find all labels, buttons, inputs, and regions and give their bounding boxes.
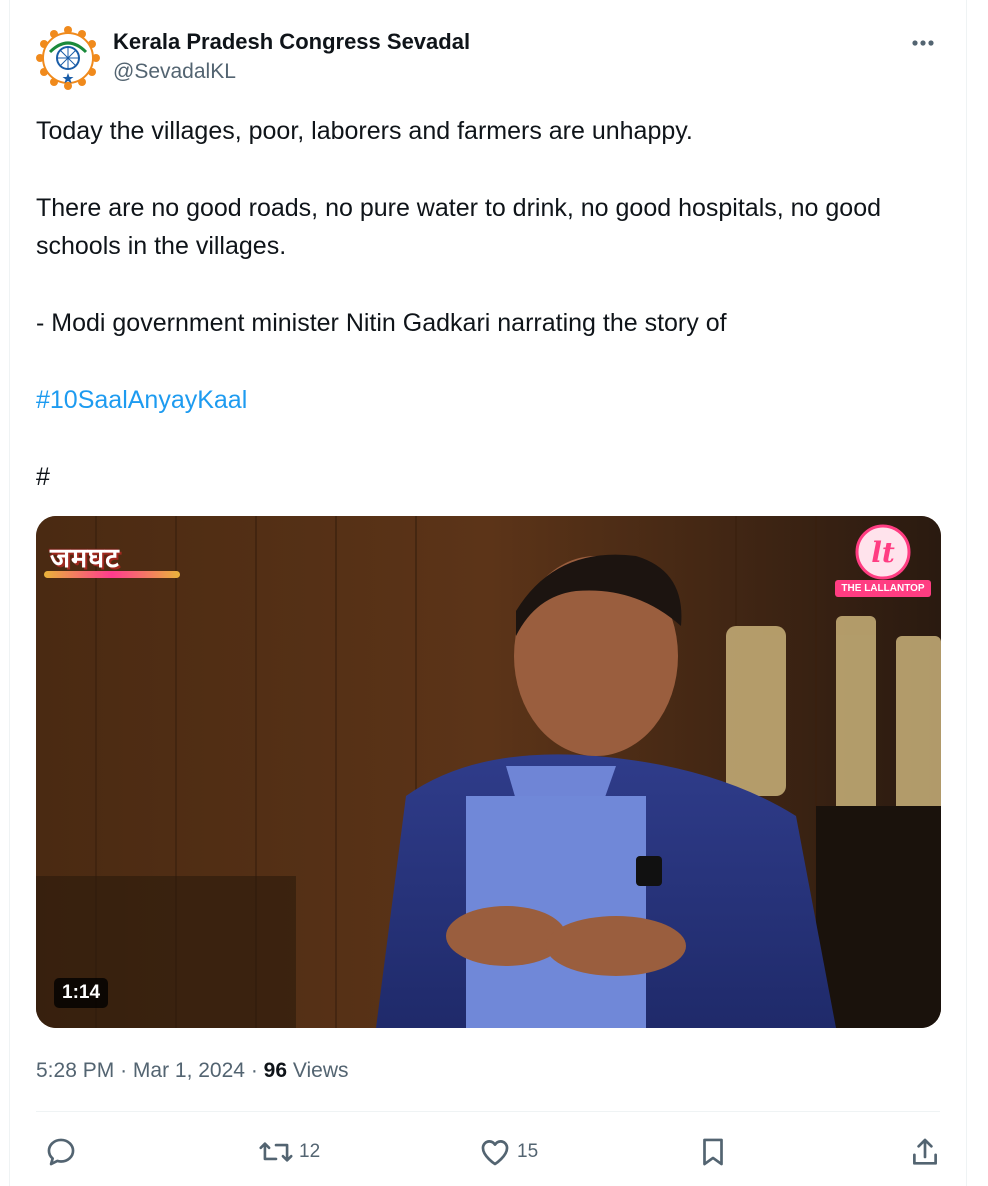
congress-sevadal-emblem-icon xyxy=(36,26,100,90)
share-icon xyxy=(913,1138,937,1165)
reply-button[interactable] xyxy=(44,1132,78,1172)
avatar[interactable] xyxy=(36,26,100,90)
trailing-hash: # xyxy=(36,462,50,491)
tweet-line-3: - Modi government minister Nitin Gadkari… xyxy=(36,309,727,337)
tweet-date[interactable]: Mar 1, 2024 xyxy=(133,1059,245,1082)
hashtag-link[interactable]: #10SaalAnyayKaal xyxy=(36,386,247,414)
tweet-header: Kerala Pradesh Congress Sevadal @Sevadal… xyxy=(36,25,940,91)
retweet-count: 12 xyxy=(299,1141,321,1162)
tweet-time[interactable]: 5:28 PM xyxy=(36,1059,114,1082)
actions-divider xyxy=(36,1111,940,1112)
tweet-line-2: There are no good roads, no pure water t… xyxy=(36,193,888,261)
heart-icon xyxy=(481,1140,509,1166)
author-display-name[interactable]: Kerala Pradesh Congress Sevadal xyxy=(113,29,470,55)
views-label: Views xyxy=(292,1059,349,1082)
show-title-underline xyxy=(44,571,180,578)
author-handle[interactable]: @SevadalKL xyxy=(113,58,470,86)
tweet-line-1: Today the villages, poor, laborers and f… xyxy=(36,117,693,145)
tweet-card: Kerala Pradesh Congress Sevadal @Sevadal… xyxy=(9,0,967,1186)
share-button[interactable] xyxy=(908,1132,942,1172)
reply-icon xyxy=(47,1138,75,1166)
lallantop-label: THE LALLANTOP xyxy=(835,580,931,597)
more-dots-icon xyxy=(912,40,934,46)
bookmark-icon xyxy=(703,1138,723,1166)
more-options-button[interactable] xyxy=(906,29,940,57)
retweet-icon xyxy=(259,1142,293,1162)
like-count: 15 xyxy=(517,1141,539,1162)
meta-separator-2: · xyxy=(250,1059,258,1082)
lallantop-badge-icon: lt xyxy=(855,524,911,580)
svg-text:lt: lt xyxy=(871,536,895,569)
like-button[interactable]: 15 xyxy=(478,1132,538,1172)
tweet-actions: 12 15 xyxy=(36,1132,940,1172)
video-thumbnail xyxy=(36,516,941,1028)
video-player[interactable]: जमघट lt THE LALLANTOP 1:14 xyxy=(36,516,941,1028)
views-count: 96 xyxy=(263,1059,288,1082)
tweet-meta: 5:28 PM · Mar 1, 2024 · 96 Views xyxy=(36,1057,349,1085)
bookmark-button[interactable] xyxy=(696,1132,730,1172)
author-info: Kerala Pradesh Congress Sevadal @Sevadal… xyxy=(113,29,470,86)
show-title-overlay: जमघट xyxy=(50,543,120,574)
video-duration-badge: 1:14 xyxy=(54,978,109,1008)
lallantop-logo: lt THE LALLANTOP xyxy=(835,524,931,602)
tweet-text: Today the villages, poor, laborers and f… xyxy=(36,112,936,496)
meta-separator-1: · xyxy=(120,1059,128,1082)
retweet-button[interactable]: 12 xyxy=(258,1132,320,1172)
